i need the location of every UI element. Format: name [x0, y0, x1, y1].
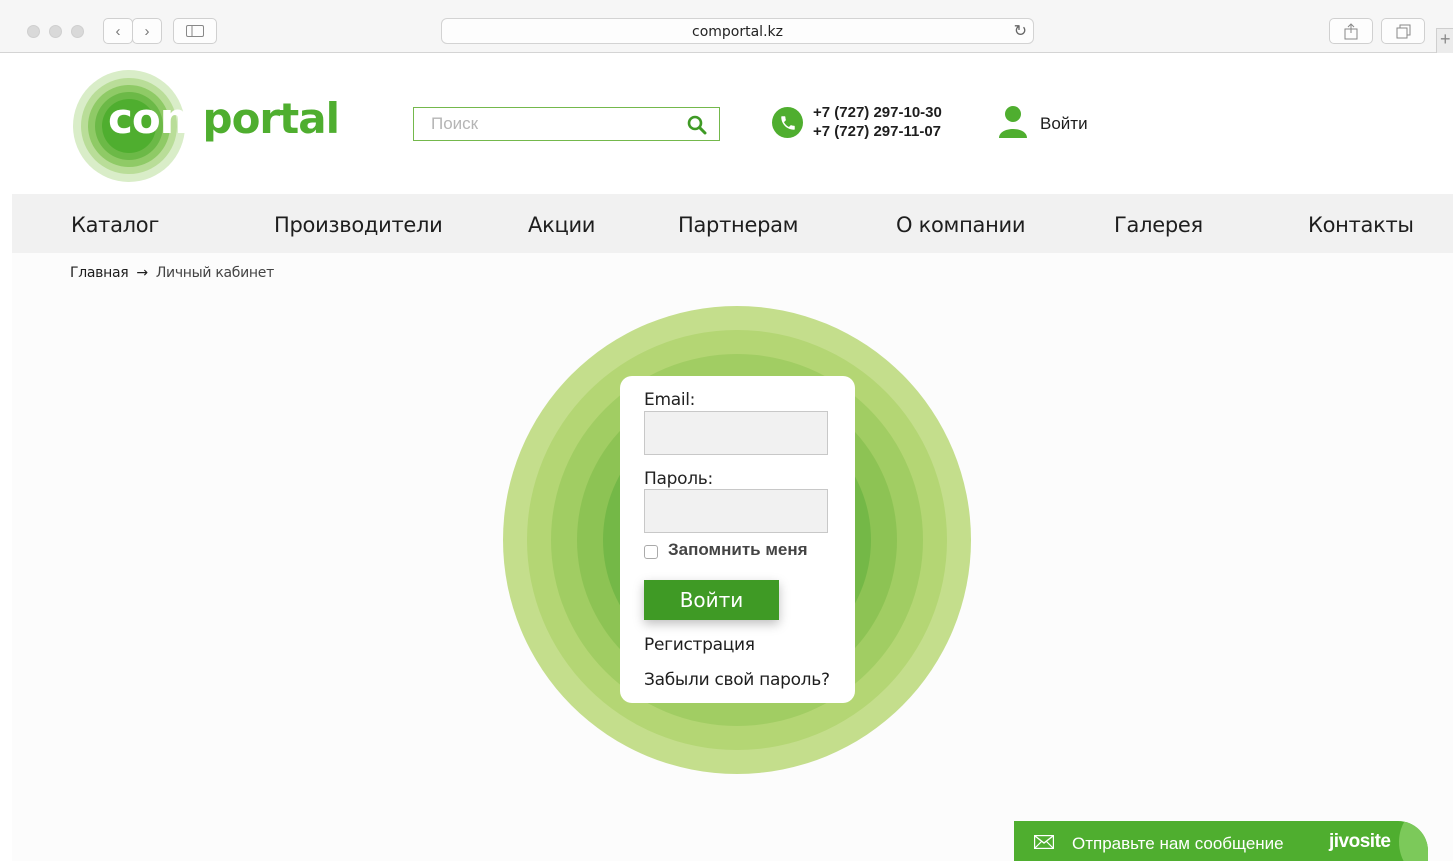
remember-me-checkbox[interactable] [644, 545, 658, 559]
url-text: comportal.kz [692, 24, 783, 40]
header-login-link[interactable]: Войти [1040, 114, 1088, 134]
tabs-icon [1396, 24, 1410, 38]
email-label: Email: [644, 390, 696, 410]
site-logo[interactable]: comportal [108, 94, 340, 143]
nav-item-about[interactable]: О компании [896, 213, 1026, 237]
nav-item-manufacturers[interactable]: Производители [274, 213, 443, 237]
browser-toolbar: ‹ › comportal.kz ↻ + [0, 0, 1453, 53]
chevron-right-icon: › [144, 22, 150, 40]
search-input[interactable] [414, 108, 664, 140]
login-form: Email: Пароль: Запомнить меня Войти Реги… [620, 376, 855, 703]
breadcrumb-current: Личный кабинет [155, 265, 274, 281]
login-button[interactable]: Войти [644, 580, 779, 620]
user-icon[interactable] [998, 106, 1028, 138]
sidebar-icon [186, 25, 204, 37]
password-field[interactable] [644, 489, 828, 533]
phone-number-2[interactable]: +7 (727) 297-11-07 [813, 122, 942, 141]
web-page: comportal +7 (727) 297-10-30 +7 (727) 29… [12, 54, 1453, 861]
nav-item-gallery[interactable]: Галерея [1114, 213, 1203, 237]
email-field[interactable] [644, 411, 828, 455]
logo-portal-text: portal [202, 94, 340, 143]
nav-item-promotions[interactable]: Акции [528, 213, 595, 237]
nav-item-partners[interactable]: Партнерам [678, 213, 799, 237]
nav-item-contacts[interactable]: Контакты [1308, 213, 1414, 237]
sidebar-toggle-button[interactable] [173, 18, 217, 44]
address-bar[interactable]: comportal.kz ↻ [441, 18, 1034, 44]
forward-button[interactable]: › [132, 18, 162, 44]
phone-number-1[interactable]: +7 (727) 297-10-30 [813, 103, 942, 122]
leaf-icon [1399, 821, 1428, 861]
window-zoom-button[interactable] [71, 25, 84, 38]
logo-com-text: com [108, 94, 204, 143]
breadcrumb-home[interactable]: Главная [70, 265, 129, 281]
remember-me-label[interactable]: Запомнить меня [668, 540, 808, 560]
chat-widget[interactable]: Отправьте нам сообщение jivosite [1014, 821, 1428, 861]
share-icon [1344, 22, 1358, 39]
breadcrumb: Главная → Личный кабинет [70, 265, 274, 281]
password-label: Пароль: [644, 469, 713, 489]
nav-item-catalog[interactable]: Каталог [71, 213, 159, 237]
new-tab-button[interactable]: + [1436, 28, 1453, 53]
site-header: comportal +7 (727) 297-10-30 +7 (727) 29… [12, 54, 1453, 194]
window-close-button[interactable] [27, 25, 40, 38]
envelope-icon [1034, 835, 1054, 849]
main-nav: Каталог Производители Акции Партнерам О … [12, 194, 1453, 253]
window-minimize-button[interactable] [49, 25, 62, 38]
register-link[interactable]: Регистрация [644, 635, 755, 655]
search-icon[interactable] [687, 115, 707, 135]
phone-icon [772, 107, 803, 138]
tabs-overview-button[interactable] [1381, 18, 1425, 44]
chevron-left-icon: ‹ [115, 22, 121, 40]
back-button[interactable]: ‹ [103, 18, 133, 44]
reload-icon[interactable]: ↻ [1014, 21, 1027, 41]
share-button[interactable] [1329, 18, 1373, 44]
search-box [413, 107, 720, 141]
phone-numbers: +7 (727) 297-10-30 +7 (727) 297-11-07 [813, 103, 942, 141]
jivosite-logo: jivosite [1329, 831, 1391, 852]
forgot-password-link[interactable]: Забыли свой пароль? [644, 670, 830, 690]
breadcrumb-arrow-icon: → [136, 265, 148, 281]
chat-widget-message: Отправьте нам сообщение [1072, 834, 1284, 853]
